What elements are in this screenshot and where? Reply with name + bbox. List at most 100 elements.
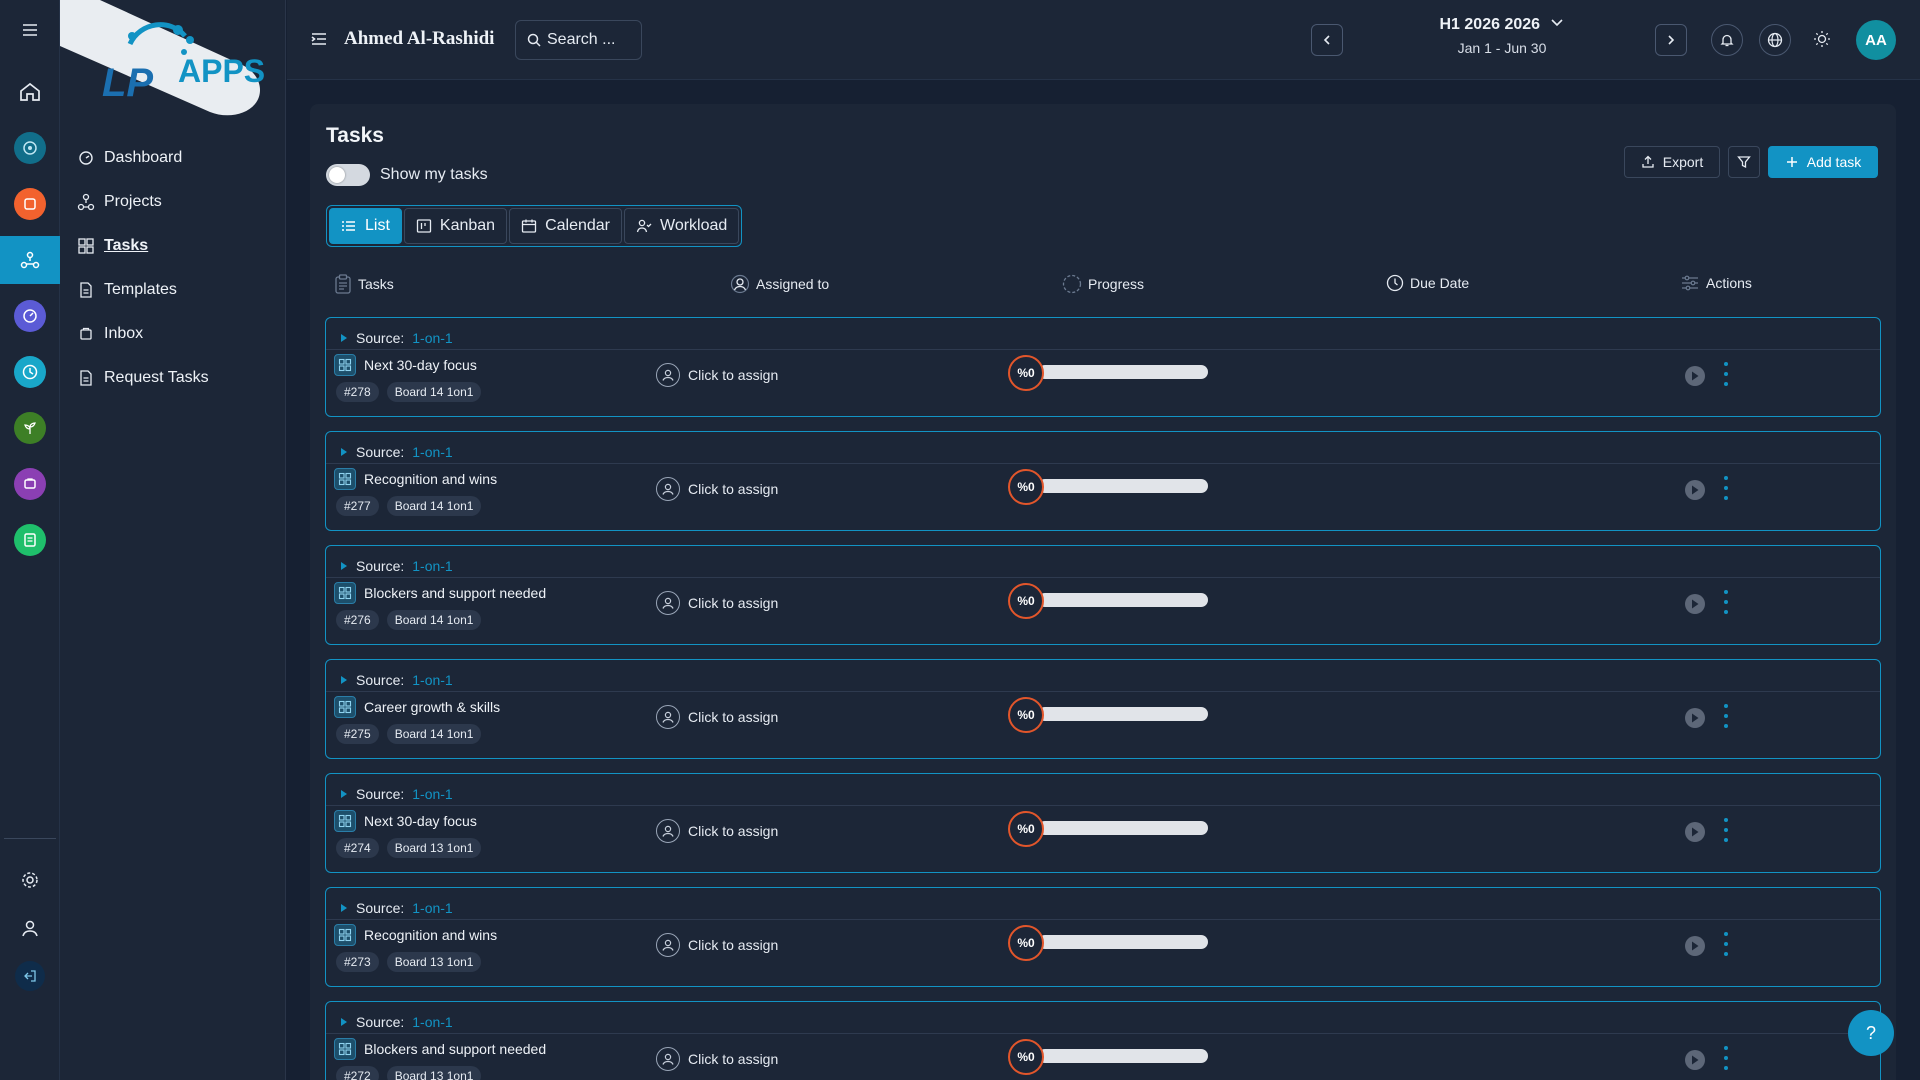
task-name[interactable]: Career growth & skills	[334, 696, 500, 718]
sidebar-item-dashboard[interactable]: Dashboard	[60, 136, 286, 180]
help-button[interactable]: ?	[1848, 1010, 1894, 1056]
clock-icon[interactable]	[0, 348, 60, 396]
sidebar-item-inbox[interactable]: Inbox	[60, 312, 286, 356]
play-icon[interactable]	[1685, 1050, 1705, 1070]
app-rail	[0, 0, 60, 1080]
assign-button[interactable]: Click to assign	[656, 363, 778, 387]
home-icon[interactable]	[0, 68, 60, 116]
task-tags: #277 Board 14 1on1	[336, 496, 482, 516]
view-tab-label: Kanban	[439, 217, 496, 234]
caret-right-icon	[341, 790, 347, 798]
more-options-icon[interactable]	[1719, 476, 1733, 500]
calendar-icon	[521, 219, 537, 233]
sidebar-item-request-tasks[interactable]: Request Tasks	[60, 356, 286, 400]
task-name[interactable]: Recognition and wins	[334, 924, 497, 946]
orange-app-icon[interactable]	[0, 180, 60, 228]
view-tab-list[interactable]: List	[329, 208, 402, 244]
search-input[interactable]: Search ...	[515, 20, 642, 60]
task-type-icon	[334, 468, 356, 490]
purple-app-icon[interactable]	[0, 460, 60, 508]
export-label: Export	[1662, 154, 1704, 170]
next-period-button[interactable]	[1655, 24, 1687, 56]
task-source[interactable]: Source: 1-on-1	[340, 1014, 453, 1030]
view-tab-kanban[interactable]: Kanban	[403, 208, 508, 244]
play-icon[interactable]	[1685, 480, 1705, 500]
filter-button[interactable]	[1728, 146, 1760, 178]
task-source[interactable]: Source: 1-on-1	[340, 558, 453, 574]
more-options-icon[interactable]	[1719, 704, 1733, 728]
task-source[interactable]: Source: 1-on-1	[340, 900, 453, 916]
task-source[interactable]: Source: 1-on-1	[340, 672, 453, 688]
collapse-sidebar-icon[interactable]	[309, 29, 329, 54]
play-icon[interactable]	[1685, 708, 1705, 728]
tasks-app-icon[interactable]	[0, 236, 60, 284]
previous-period-button[interactable]	[1311, 24, 1343, 56]
more-options-icon[interactable]	[1719, 1046, 1733, 1070]
sidebar-item-tasks[interactable]: Tasks	[60, 224, 286, 268]
assign-button[interactable]: Click to assign	[656, 819, 778, 843]
play-icon[interactable]	[1685, 594, 1705, 614]
chevron-right-icon	[1668, 35, 1675, 45]
avatar[interactable]: AA	[1856, 20, 1896, 60]
task-source[interactable]: Source: 1-on-1	[340, 786, 453, 802]
task-row[interactable]: Source: 1-on-1 Blockers and support need…	[325, 545, 1881, 645]
play-icon[interactable]	[1685, 822, 1705, 842]
assign-label: Click to assign	[688, 823, 779, 839]
assign-button[interactable]: Click to assign	[656, 591, 778, 615]
progress-indicator: %0	[1008, 469, 1214, 505]
export-button[interactable]: Export	[1624, 146, 1720, 178]
search-icon	[527, 33, 541, 47]
notifications-button[interactable]	[1711, 24, 1743, 56]
sidebar-item-projects[interactable]: Projects	[60, 180, 286, 224]
task-name[interactable]: Blockers and support needed	[334, 1038, 546, 1060]
more-options-icon[interactable]	[1719, 932, 1733, 956]
language-button[interactable]	[1759, 24, 1791, 56]
add-task-button[interactable]: Add task	[1768, 146, 1878, 178]
task-source[interactable]: Source: 1-on-1	[340, 444, 453, 460]
board-badge: Board 14 1on1	[386, 496, 482, 516]
menu-icon[interactable]	[0, 6, 60, 54]
more-options-icon[interactable]	[1719, 818, 1733, 842]
column-header-due-date: Due Date	[1386, 274, 1469, 292]
more-options-icon[interactable]	[1719, 590, 1733, 614]
task-name[interactable]: Next 30-day focus	[334, 354, 477, 376]
sidebar-item-label: Templates	[104, 281, 177, 298]
task-row[interactable]: Source: 1-on-1 Blockers and support need…	[325, 1001, 1881, 1080]
task-row[interactable]: Source: 1-on-1 Career growth & skills #2…	[325, 659, 1881, 759]
play-icon[interactable]	[1685, 366, 1705, 386]
logout-icon[interactable]	[0, 952, 60, 1000]
view-tab-calendar[interactable]: Calendar	[509, 208, 623, 244]
more-options-icon[interactable]	[1719, 362, 1733, 386]
task-name[interactable]: Blockers and support needed	[334, 582, 546, 604]
plant-icon[interactable]	[0, 404, 60, 452]
task-name[interactable]: Next 30-day focus	[334, 810, 477, 832]
task-source[interactable]: Source: 1-on-1	[340, 330, 453, 346]
assign-button[interactable]: Click to assign	[656, 705, 778, 729]
show-my-tasks-toggle[interactable]	[326, 164, 370, 186]
brand-logo[interactable]: LP APPS	[60, 0, 286, 118]
sidebar: LP APPS Dashboard Projects Tasks Templat…	[60, 0, 286, 1080]
gauge-icon[interactable]	[0, 292, 60, 340]
caret-right-icon	[341, 1018, 347, 1026]
task-name[interactable]: Recognition and wins	[334, 468, 497, 490]
board-badge: Board 14 1on1	[386, 724, 482, 744]
column-header-label: Assigned to	[756, 276, 830, 292]
assign-button[interactable]: Click to assign	[656, 477, 778, 501]
play-icon[interactable]	[1685, 936, 1705, 956]
sidebar-item-templates[interactable]: Templates	[60, 268, 286, 312]
settings-icon[interactable]	[0, 856, 60, 904]
user-icon[interactable]	[0, 904, 60, 952]
task-row[interactable]: Source: 1-on-1 Recognition and wins #273…	[325, 887, 1881, 987]
target-icon[interactable]	[0, 124, 60, 172]
assign-button[interactable]: Click to assign	[656, 1047, 778, 1071]
board-badge: Board 13 1on1	[386, 1066, 482, 1080]
view-tab-workload[interactable]: Workload	[624, 208, 740, 244]
task-row[interactable]: Source: 1-on-1 Next 30-day focus #278 Bo…	[325, 317, 1881, 417]
bell-icon	[1720, 34, 1734, 47]
theme-toggle-sun-icon[interactable]	[1813, 30, 1831, 53]
task-row[interactable]: Source: 1-on-1 Next 30-day focus #274 Bo…	[325, 773, 1881, 873]
assign-button[interactable]: Click to assign	[656, 933, 778, 957]
task-row[interactable]: Source: 1-on-1 Recognition and wins #277…	[325, 431, 1881, 531]
period-selector[interactable]: H1 2026 2026 Jan 1 - Jun 30	[1412, 16, 1592, 56]
green-app-icon[interactable]	[0, 516, 60, 564]
